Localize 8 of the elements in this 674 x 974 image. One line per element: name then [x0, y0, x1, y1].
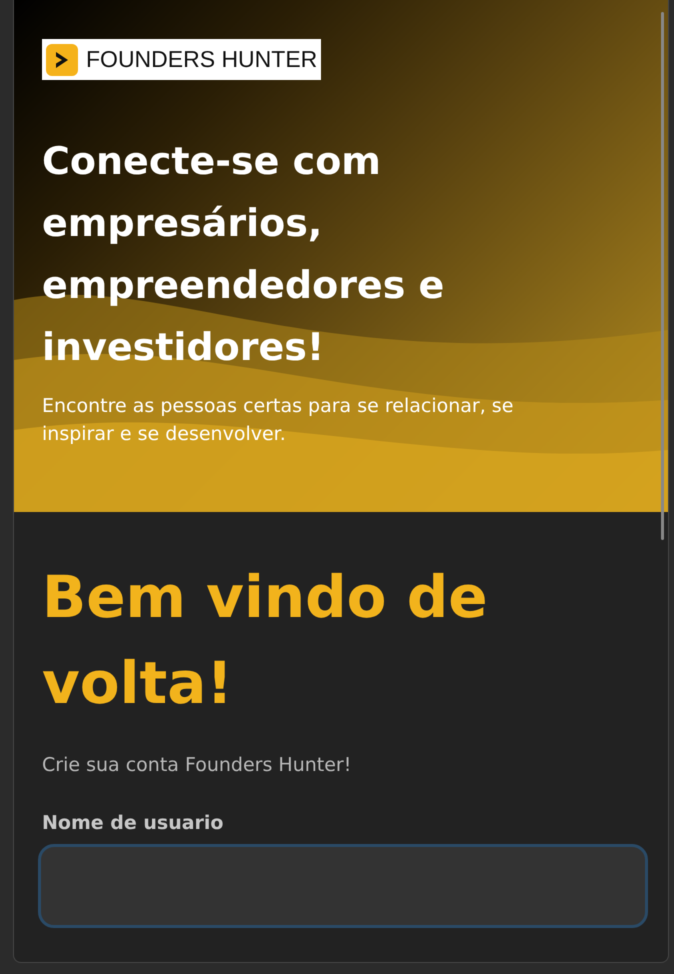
hero-subtitle: Encontre as pessoas certas para se relacionar, se inspirar e se desenvolver.	[42, 394, 514, 447]
welcome-heading: Bem vindo de volta!	[42, 562, 489, 719]
scrollbar[interactable]	[661, 12, 664, 540]
field-label: Nome de usuario	[42, 812, 224, 834]
username-field[interactable]	[38, 844, 648, 928]
logo-text: FOUNDERS HUNTER	[86, 46, 318, 73]
subheading: Crie sua conta Founders Hunter!	[42, 754, 352, 776]
hero-title: Conecte-se com empresários, empreendedores e investidores!	[42, 138, 446, 371]
